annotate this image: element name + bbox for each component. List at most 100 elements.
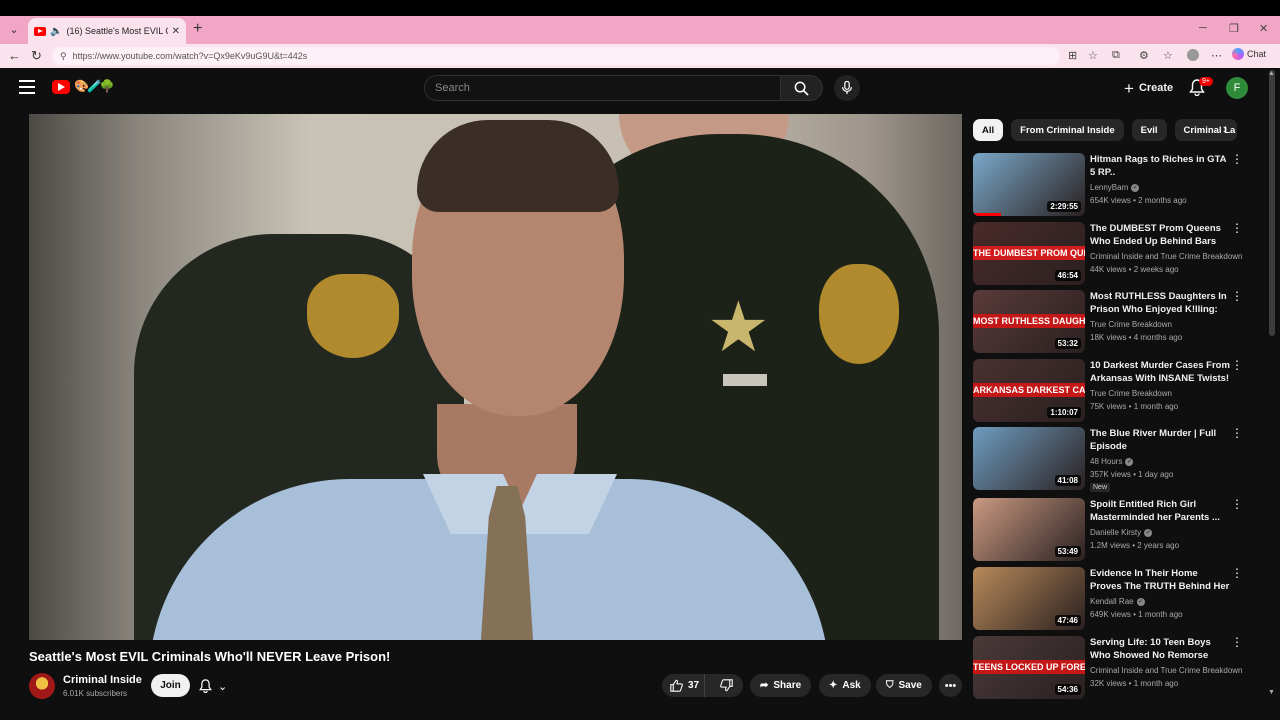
- recommendation-title[interactable]: Most RUTHLESS Daughters In Prison Who En…: [1090, 290, 1230, 316]
- recommendation-title[interactable]: 10 Darkest Murder Cases From Arkansas Wi…: [1090, 359, 1230, 385]
- recommendation-channel[interactable]: Criminal Inside and True Crime Breakdown: [1090, 666, 1250, 675]
- recommendation-title[interactable]: Hitman Rags to Riches in GTA 5 RP..: [1090, 153, 1230, 179]
- browser-menu-icon[interactable]: ⋯: [1211, 49, 1222, 62]
- recommendation-title[interactable]: Serving Life: 10 Teen Boys Who Showed No…: [1090, 636, 1230, 662]
- more-vertical-icon[interactable]: ⋮: [1231, 498, 1243, 511]
- chip-all[interactable]: All: [973, 119, 1004, 141]
- bookmark-star-icon[interactable]: ☆: [1088, 49, 1098, 62]
- browser-tab-active[interactable]: 🔈 (16) Seattle's Most EVIL Crimin ✕: [28, 18, 186, 44]
- channel-name-text: Danielle Kirsty: [1090, 528, 1142, 537]
- video-thumbnail[interactable]: 53:49: [973, 498, 1085, 561]
- recommendation-title[interactable]: Evidence In Their Home Proves The TRUTH …: [1090, 567, 1230, 593]
- scroll-down-icon[interactable]: ▼: [1268, 689, 1275, 696]
- video-thumbnail[interactable]: 47:46: [973, 567, 1085, 630]
- youtube-logo-icon[interactable]: [52, 80, 70, 94]
- recommendation-title[interactable]: The DUMBEST Prom Queens Who Ended Up Beh…: [1090, 222, 1230, 248]
- channel-avatar[interactable]: [29, 673, 55, 699]
- chip-from-criminal-inside[interactable]: From Criminal Inside: [1011, 119, 1124, 141]
- video-player[interactable]: ★: [29, 114, 962, 640]
- sparkle-icon: ✦: [829, 680, 838, 691]
- minimize-icon[interactable]: ─: [1199, 22, 1207, 34]
- recommendation-channel[interactable]: True Crime Breakdown: [1090, 389, 1250, 398]
- join-button[interactable]: Join: [151, 674, 190, 697]
- video-thumbnail[interactable]: MOST RUTHLESS DAUGHTERS 53:32: [973, 290, 1085, 353]
- video-thumbnail[interactable]: 41:08: [973, 427, 1085, 490]
- extensions-icon[interactable]: ⚙: [1139, 49, 1149, 62]
- thumbnail-caption: THE DUMBEST PROM QUEENS: [973, 246, 1085, 260]
- channel-name-text: True Crime Breakdown: [1090, 320, 1172, 329]
- recommendation-title[interactable]: Spoilt Entitled Rich Girl Masterminded h…: [1090, 498, 1230, 524]
- speaker-icon[interactable]: 🔈: [50, 26, 62, 37]
- ask-button[interactable]: ✦ Ask: [819, 674, 871, 697]
- tab-close-icon[interactable]: ✕: [172, 26, 180, 37]
- subscription-bell-button[interactable]: ⌄: [199, 675, 227, 697]
- youtube-doodle-icon[interactable]: 🎨🧪🌳: [74, 79, 115, 93]
- verified-check-icon: ✓: [1136, 597, 1145, 606]
- back-arrow-icon[interactable]: ←: [8, 48, 21, 63]
- search-button[interactable]: [781, 75, 823, 101]
- recommendation-channel[interactable]: Criminal Inside and True Crime Breakdown: [1090, 252, 1250, 261]
- more-vertical-icon[interactable]: ⋮: [1231, 153, 1243, 166]
- browser-profile-icon[interactable]: [1187, 49, 1199, 61]
- recommendation-item[interactable]: 41:08 The Blue River Murder | Full Episod…: [973, 427, 1253, 492]
- bell-icon: [199, 679, 212, 693]
- thumbs-down-icon: [720, 679, 733, 692]
- tab-title: (16) Seattle's Most EVIL Crimin: [66, 26, 167, 36]
- site-info-icon[interactable]: ⚲: [60, 51, 67, 62]
- close-window-icon[interactable]: ✕: [1259, 22, 1268, 35]
- more-vertical-icon[interactable]: ⋮: [1231, 567, 1243, 580]
- more-vertical-icon[interactable]: ⋮: [1231, 427, 1243, 440]
- maximize-icon[interactable]: ❐: [1229, 22, 1239, 35]
- youtube-favicon-icon: [34, 26, 46, 36]
- video-thumbnail[interactable]: TEENS LOCKED UP FOREVER 54:36: [973, 636, 1085, 699]
- recommendation-item[interactable]: 47:46 Evidence In Their Home Proves The T…: [973, 567, 1253, 631]
- chevron-right-icon[interactable]: ›: [1216, 121, 1234, 136]
- filter-chips: All From Criminal Inside Evil Criminal L…: [973, 119, 1237, 141]
- recommendation-item[interactable]: TEENS LOCKED UP FOREVER 54:36 Serving Life…: [973, 636, 1253, 700]
- recommendation-item[interactable]: ARKANSAS DARKEST CASES 1:10:07 10 Darkest …: [973, 359, 1253, 423]
- recommendation-item[interactable]: 53:49 Spoilt Entitled Rich Girl Mastermin…: [973, 498, 1253, 562]
- recommendation-channel[interactable]: Kendall Rae ✓: [1090, 597, 1250, 606]
- recommendation-channel[interactable]: 48 Hours ✓: [1090, 457, 1250, 466]
- scroll-up-icon[interactable]: ▲: [1268, 70, 1275, 77]
- tab-list-chevron-icon[interactable]: ⌄: [6, 22, 22, 38]
- split-screen-icon[interactable]: ⧉: [1112, 49, 1120, 62]
- new-tab-plus-icon[interactable]: +: [193, 20, 202, 38]
- more-vertical-icon[interactable]: ⋮: [1231, 222, 1243, 235]
- more-vertical-icon[interactable]: ⋮: [1231, 290, 1243, 303]
- create-button[interactable]: + Create: [1118, 77, 1179, 99]
- video-thumbnail[interactable]: 2:29:55: [973, 153, 1085, 216]
- recommendation-item[interactable]: THE DUMBEST PROM QUEENS 46:54 The DUMBEST …: [973, 222, 1253, 286]
- recommendation-meta: 18K views • 4 months ago: [1090, 333, 1183, 342]
- url-field[interactable]: ⚲ https://www.youtube.com/watch?v=Qx9eKv…: [52, 47, 1060, 65]
- recommendation-title[interactable]: The Blue River Murder | Full Episode: [1090, 427, 1230, 453]
- watch-progress-bar: [973, 213, 1001, 216]
- recommendation-channel[interactable]: Danielle Kirsty ✓: [1090, 528, 1250, 537]
- chip-evil[interactable]: Evil: [1131, 119, 1167, 141]
- save-button[interactable]: ⛉ Save: [876, 674, 932, 697]
- dislike-button[interactable]: [710, 674, 743, 697]
- share-button[interactable]: ➦ Share: [750, 674, 812, 697]
- plus-icon: +: [1124, 78, 1134, 98]
- hamburger-menu-icon[interactable]: [19, 80, 35, 94]
- video-thumbnail[interactable]: THE DUMBEST PROM QUEENS 46:54: [973, 222, 1085, 285]
- recommendation-channel[interactable]: True Crime Breakdown: [1090, 320, 1250, 329]
- more-actions-button[interactable]: •••: [939, 674, 962, 697]
- more-vertical-icon[interactable]: ⋮: [1231, 636, 1243, 649]
- page-scrollbar[interactable]: [1269, 70, 1275, 336]
- video-thumbnail[interactable]: ARKANSAS DARKEST CASES 1:10:07: [973, 359, 1085, 422]
- recommendation-item[interactable]: MOST RUTHLESS DAUGHTERS 53:32 Most RUTHLES…: [973, 290, 1253, 354]
- copilot-chat-button[interactable]: Chat: [1232, 48, 1266, 60]
- like-button[interactable]: 37: [662, 674, 706, 697]
- recommendation-item[interactable]: 2:29:55 Hitman Rags to Riches in GTA 5 RP…: [973, 153, 1253, 217]
- recommendation-channel[interactable]: LennyBam ✓: [1090, 183, 1250, 192]
- ask-label: Ask: [842, 680, 861, 691]
- voice-search-button[interactable]: [834, 75, 860, 101]
- more-vertical-icon[interactable]: ⋮: [1231, 359, 1243, 372]
- app-install-icon[interactable]: ⊞: [1068, 49, 1077, 62]
- search-input[interactable]: [435, 82, 780, 94]
- reload-icon[interactable]: ↻: [31, 48, 42, 64]
- favorites-icon[interactable]: ☆: [1163, 49, 1173, 62]
- channel-name[interactable]: Criminal Inside: [63, 674, 142, 686]
- user-avatar[interactable]: F: [1226, 77, 1248, 99]
